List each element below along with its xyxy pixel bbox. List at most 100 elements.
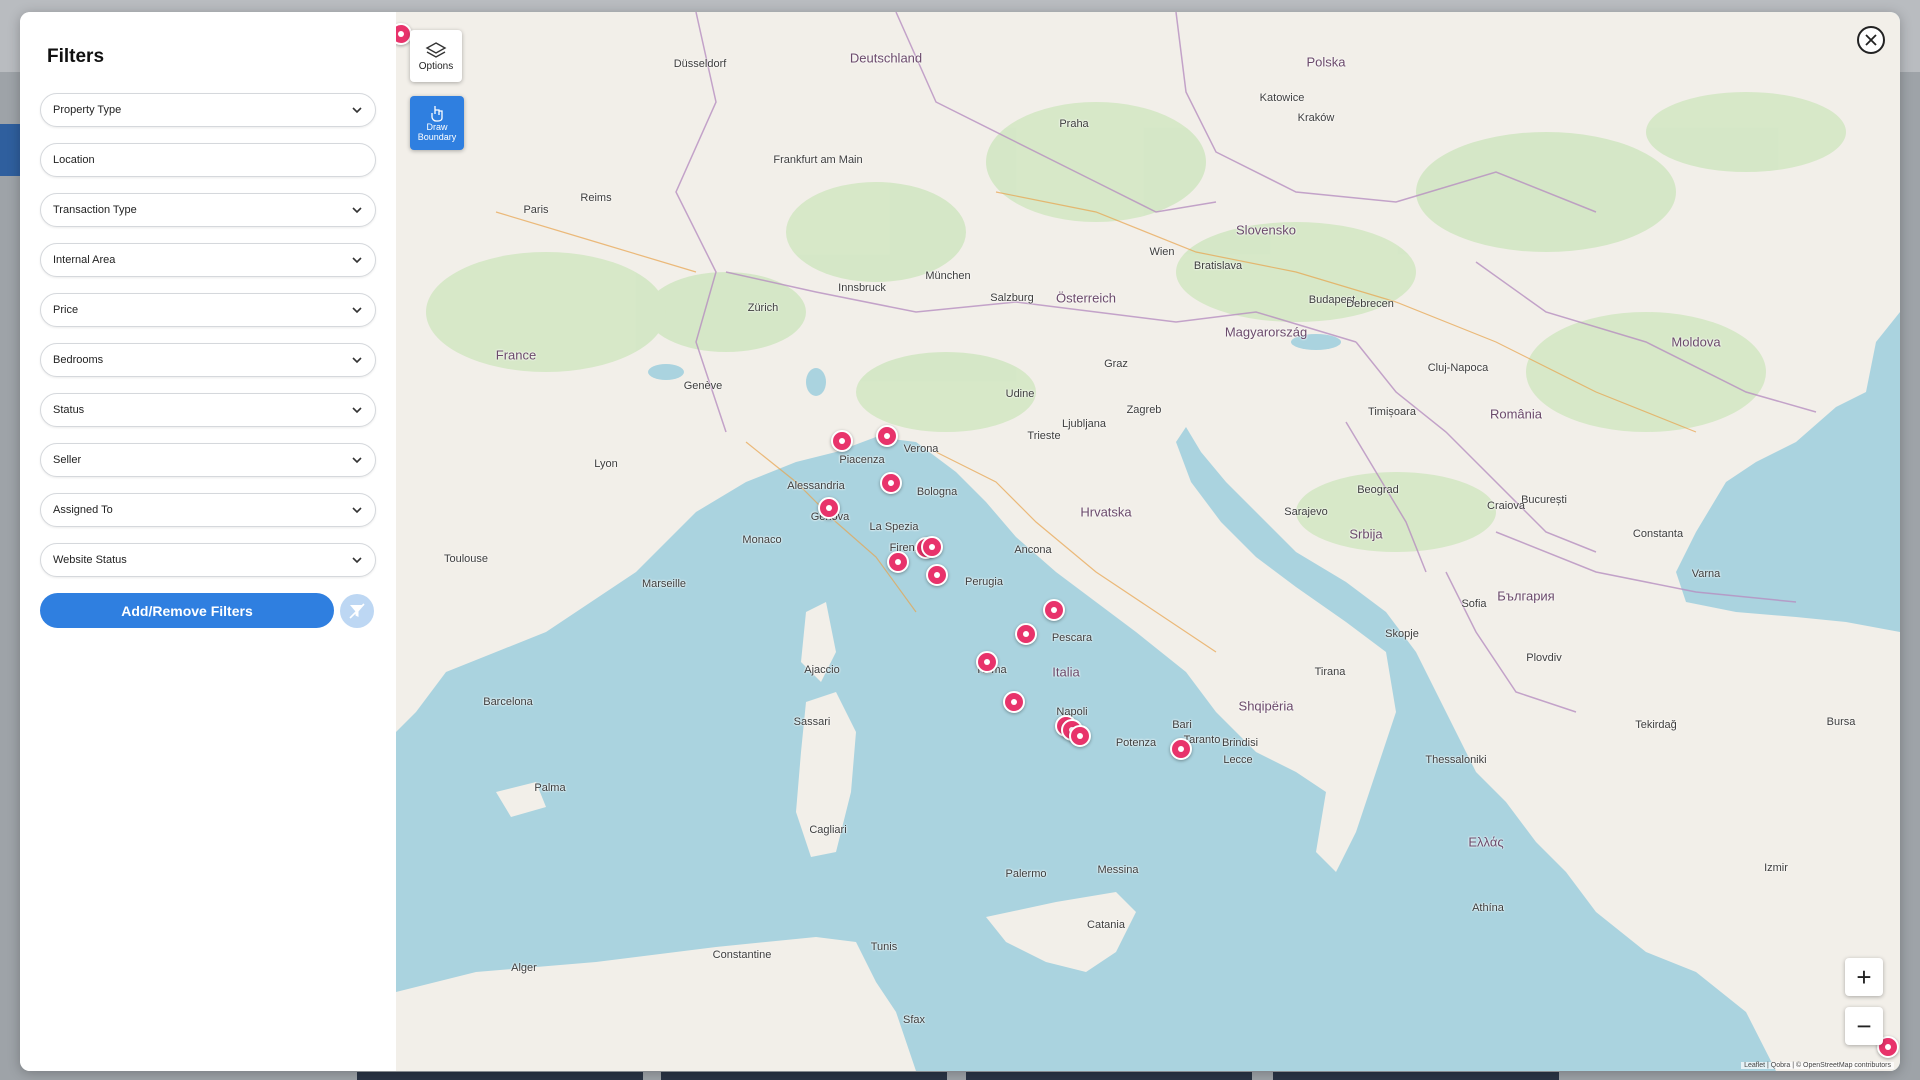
draw-boundary-button[interactable]: Draw Boundary <box>410 96 464 150</box>
city-label: Ancona <box>1014 544 1052 556</box>
price-dropdown[interactable]: Price <box>40 293 376 327</box>
property-marker[interactable] <box>1069 725 1091 747</box>
property-marker[interactable] <box>876 425 898 447</box>
chevron-down-icon <box>352 257 362 264</box>
city-label: Bursa <box>1826 716 1856 728</box>
map-attribution: Leaflet | Qobra | © OpenStreetMap contri… <box>1741 1062 1894 1069</box>
layers-icon <box>425 41 447 58</box>
city-label: Wien <box>1149 246 1175 258</box>
city-label: Sofia <box>1461 598 1487 610</box>
city-label: Sfax <box>902 1014 926 1026</box>
city-label: Tirana <box>1314 666 1346 678</box>
city-label: Debrecen <box>1346 298 1394 310</box>
filter-label: Location <box>53 154 95 166</box>
city-label: Potenza <box>1115 737 1157 749</box>
status-dropdown[interactable]: Status <box>40 393 376 427</box>
city-label: Athína <box>1472 902 1504 914</box>
location-input[interactable]: Location <box>40 143 376 177</box>
backdrop-card <box>661 1072 947 1080</box>
country-label: Shqipëria <box>1238 698 1294 714</box>
country-label: Italia <box>1052 664 1080 680</box>
filter-off-icon <box>349 603 365 619</box>
chevron-down-icon <box>352 457 362 464</box>
city-label: Katowice <box>1259 92 1305 104</box>
city-label: Marseille <box>641 578 687 590</box>
zoom-in-button[interactable]: + <box>1845 958 1883 996</box>
chevron-down-icon <box>352 207 362 214</box>
property-marker[interactable] <box>831 430 853 452</box>
country-label: България <box>1497 588 1555 604</box>
bedrooms-dropdown[interactable]: Bedrooms <box>40 343 376 377</box>
internal-area-dropdown[interactable]: Internal Area <box>40 243 376 277</box>
property-type-dropdown[interactable]: Property Type <box>40 93 376 127</box>
property-marker[interactable] <box>1003 691 1025 713</box>
city-label: Palma <box>534 782 566 794</box>
property-marker[interactable] <box>921 536 943 558</box>
map-options-button[interactable]: Options <box>410 30 462 82</box>
property-marker[interactable] <box>1015 623 1037 645</box>
filter-label: Assigned To <box>53 504 113 516</box>
chevron-down-icon <box>352 407 362 414</box>
country-label: Polska <box>1306 54 1346 70</box>
city-label: Brindisi <box>1221 737 1259 749</box>
city-label: Sarajevo <box>1284 506 1328 518</box>
city-label: Genève <box>683 380 723 392</box>
hand-pointer-icon <box>431 106 443 122</box>
close-icon <box>1865 34 1877 46</box>
city-label: Constantine <box>712 949 772 961</box>
map-base-layer <box>396 12 1900 1071</box>
city-label: Toulouse <box>443 553 489 565</box>
backdrop-accent <box>0 124 20 176</box>
city-label: Reims <box>580 192 612 204</box>
city-label: Salzburg <box>990 292 1034 304</box>
property-marker[interactable] <box>887 551 909 573</box>
city-label: Frankfurt am Main <box>773 154 863 166</box>
city-label: Zagreb <box>1126 404 1162 416</box>
city-label: München <box>925 270 971 282</box>
city-label: Bologna <box>916 486 958 498</box>
country-label: Deutschland <box>849 50 923 66</box>
city-label: Tekirdağ <box>1635 719 1677 731</box>
zoom-out-button[interactable]: − <box>1845 1007 1883 1045</box>
filter-label: Transaction Type <box>53 204 137 216</box>
seller-dropdown[interactable]: Seller <box>40 443 376 477</box>
city-label: Skopje <box>1385 628 1419 640</box>
city-label: Kraków <box>1297 112 1335 124</box>
filter-label: Status <box>53 404 85 416</box>
options-label: Options <box>418 60 454 72</box>
property-marker[interactable] <box>818 497 840 519</box>
map-filter-modal: Filters Property Type Location Transacti… <box>20 12 1900 1071</box>
draw-label-line2: Boundary <box>417 132 457 142</box>
city-label: Lyon <box>594 458 618 470</box>
city-label: Alger <box>511 962 537 974</box>
filter-label: Internal Area <box>53 254 116 266</box>
chevron-down-icon <box>352 357 362 364</box>
map-view[interactable]: Deutschland France Italia Österreich Hrv… <box>396 12 1900 1071</box>
website-status-dropdown[interactable]: Website Status <box>40 543 376 577</box>
city-label: Bari <box>1172 719 1192 731</box>
close-button[interactable] <box>1857 26 1885 54</box>
country-label: Österreich <box>1056 290 1116 306</box>
filter-label: Property Type <box>53 104 122 116</box>
property-marker[interactable] <box>1170 738 1192 760</box>
transaction-type-dropdown[interactable]: Transaction Type <box>40 193 376 227</box>
property-marker[interactable] <box>880 472 902 494</box>
city-label: Lecce <box>1223 754 1253 766</box>
city-label: La Spezia <box>869 521 919 533</box>
city-label: Monaco <box>742 534 782 546</box>
city-label: Innsbruck <box>838 282 886 294</box>
add-remove-filters-button[interactable]: Add/Remove Filters <box>40 593 334 628</box>
chevron-down-icon <box>352 507 362 514</box>
city-label: București <box>1521 494 1567 506</box>
property-marker[interactable] <box>976 651 998 673</box>
city-label: Cluj-Napoca <box>1427 362 1489 374</box>
clear-filters-button[interactable] <box>340 594 374 628</box>
chevron-down-icon <box>352 307 362 314</box>
country-label: Slovensko <box>1236 222 1296 238</box>
city-label: Constanta <box>1632 528 1684 540</box>
city-label: Bratislava <box>1193 260 1243 272</box>
filter-label: Seller <box>53 454 82 466</box>
assigned-to-dropdown[interactable]: Assigned To <box>40 493 376 527</box>
property-marker[interactable] <box>926 564 948 586</box>
property-marker[interactable] <box>1043 599 1065 621</box>
